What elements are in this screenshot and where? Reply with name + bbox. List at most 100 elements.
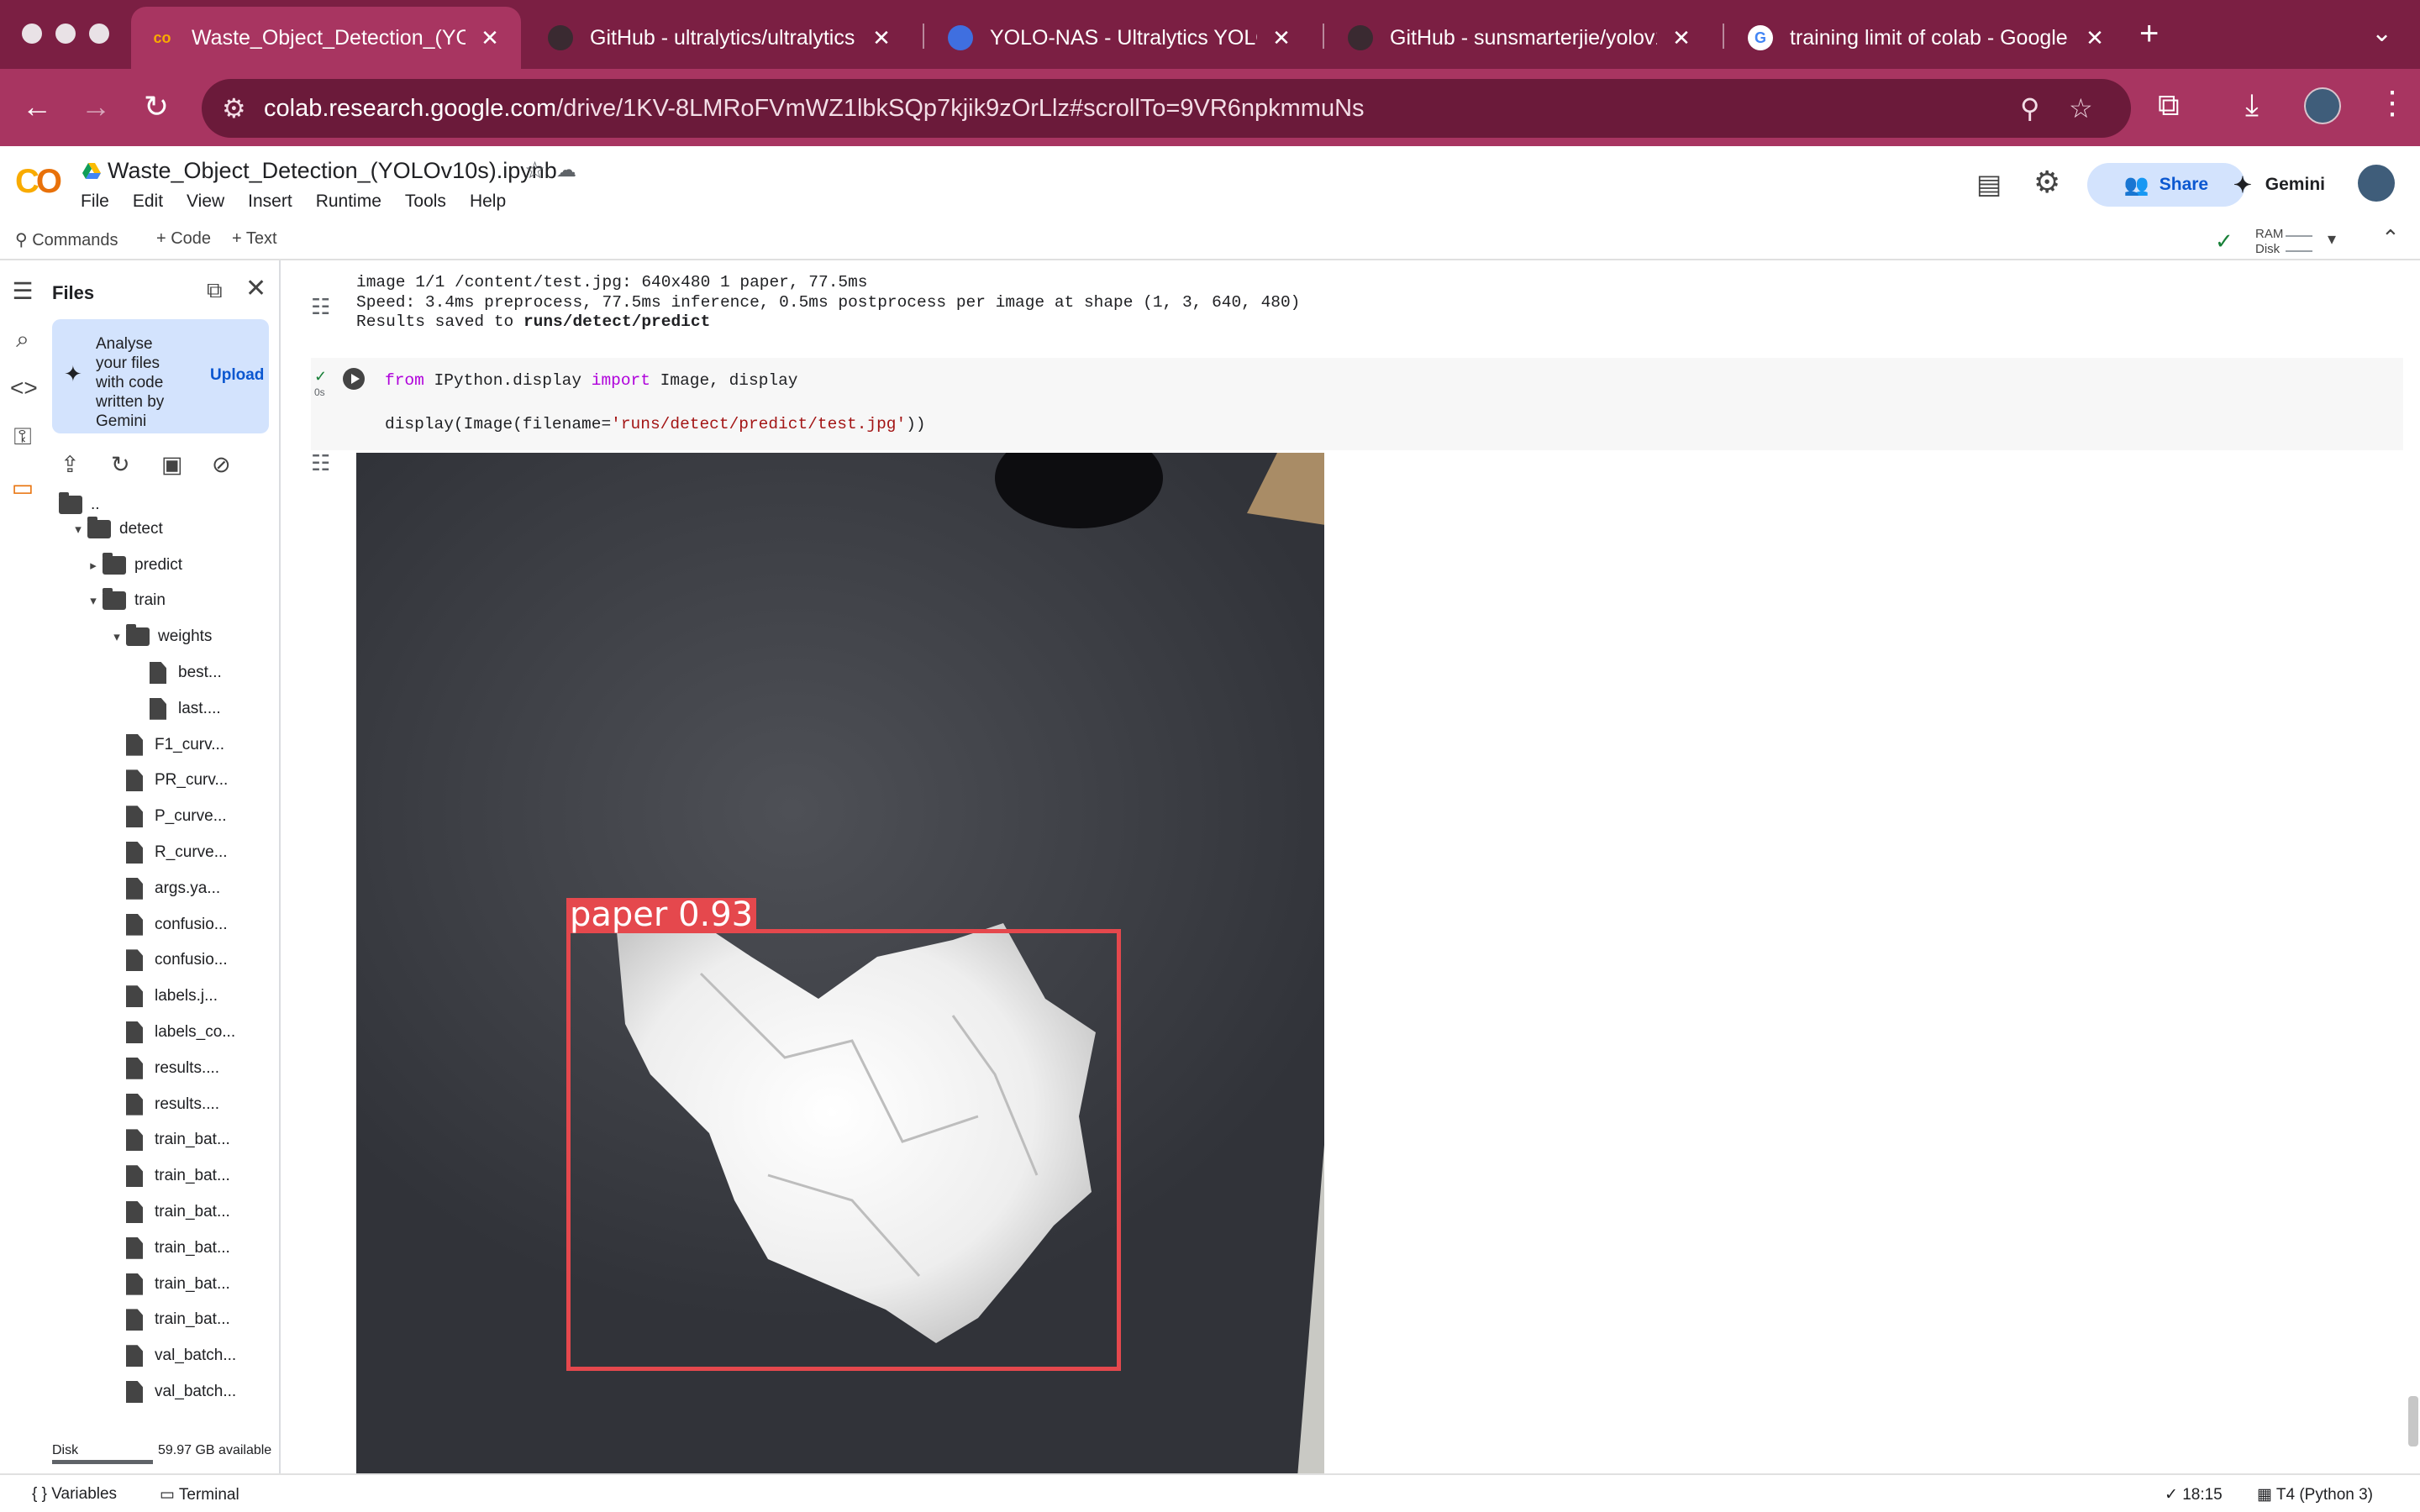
gemini-button[interactable]: ✦ Gemini (2227, 166, 2325, 203)
file-item[interactable]: best... (131, 660, 222, 685)
menu-runtime[interactable]: Runtime (316, 192, 381, 212)
site-settings-icon[interactable]: ⚙ (222, 92, 246, 124)
download-icon[interactable]: ⤓ (2245, 87, 2259, 123)
secrets-key-icon[interactable]: ⚿ (10, 423, 35, 451)
notebook-title[interactable]: Waste_Object_Detection_(YOLOv10s).ipynb (108, 158, 557, 184)
files-folder-icon[interactable]: ▭ (10, 474, 35, 501)
back-arrow-icon[interactable]: ← (18, 89, 55, 124)
menu-file[interactable]: File (81, 192, 109, 212)
comment-icon[interactable]: ▤ (1976, 168, 2002, 200)
tab-yolo-nas[interactable]: YOLO-NAS - Ultralytics YOLO Docs ✕ (929, 7, 1313, 69)
account-avatar[interactable] (2358, 165, 2395, 202)
share-button[interactable]: 👥 Share (2087, 163, 2245, 207)
file-item[interactable]: results.... (108, 1092, 219, 1117)
file-item[interactable]: val_batch... (108, 1379, 236, 1404)
runtime-status[interactable]: ▦ T4 (Python 3) (2257, 1485, 2373, 1504)
bookmark-star-icon[interactable]: ☆ (2069, 92, 2093, 124)
window-minimize-button[interactable] (55, 24, 76, 44)
resources-dropdown-icon[interactable]: ▾ (2328, 228, 2336, 249)
table-of-contents-icon[interactable]: ☰ (10, 277, 35, 305)
gear-icon[interactable]: ⚙ (2033, 165, 2060, 200)
file-item[interactable]: train_bat... (108, 1200, 230, 1225)
folder-item[interactable]: ▾ train (84, 588, 166, 613)
close-icon[interactable]: ✕ (245, 274, 266, 303)
file-item[interactable]: labels.j... (108, 984, 218, 1009)
file-item[interactable]: val_batch... (108, 1343, 236, 1368)
file-item[interactable]: args.ya... (108, 876, 220, 901)
folder-item[interactable]: ▾ detect (69, 516, 163, 542)
open-in-window-icon[interactable]: ⧉ (207, 277, 223, 304)
reload-icon[interactable]: ↻ (138, 89, 175, 124)
add-code-button[interactable]: + Code (156, 229, 211, 249)
chevron-down-icon[interactable]: ▾ (108, 629, 126, 644)
hide-files-icon[interactable]: ⊘ (212, 452, 231, 478)
file-item[interactable]: confusio... (108, 948, 228, 973)
window-close-button[interactable] (22, 24, 42, 44)
menu-help[interactable]: Help (470, 192, 506, 212)
file-item[interactable]: F1_curv... (108, 732, 224, 758)
folder-item[interactable]: ▾ weights (108, 624, 212, 649)
extensions-icon[interactable]: ⧉ (2158, 87, 2180, 123)
commands-button[interactable]: ⚲ Commands (15, 229, 118, 250)
last-run-status[interactable]: ✓ 18:15 (2165, 1485, 2223, 1504)
zoom-icon[interactable]: ⚲ (2020, 92, 2039, 124)
file-item[interactable]: confusio... (108, 912, 228, 937)
chevron-down-icon[interactable]: ▾ (84, 593, 103, 608)
terminal-button[interactable]: ▭ Terminal (160, 1485, 239, 1504)
output-toggle-icon[interactable]: ☷ (311, 294, 330, 320)
profile-avatar[interactable] (2304, 87, 2341, 124)
resources-indicator[interactable]: RAM Disk (2212, 225, 2312, 257)
close-tab-icon[interactable]: ✕ (477, 25, 502, 51)
url-text[interactable]: colab.research.google.com/drive/1KV-8LMR… (264, 95, 1365, 123)
close-tab-icon[interactable]: ✕ (1269, 25, 1294, 51)
new-tab-button[interactable]: + (2139, 15, 2159, 53)
upload-button[interactable]: Upload (210, 366, 264, 385)
notebook-area[interactable]: ☷ image 1/1 /content/test.jpg: 640x480 1… (281, 260, 2420, 1473)
tab-colab-notebook[interactable]: co Waste_Object_Detection_(YOLOv10s).ipy… (131, 7, 521, 69)
forward-arrow-icon[interactable]: → (77, 89, 114, 124)
code-snippets-icon[interactable]: <> (10, 375, 38, 402)
close-tab-icon[interactable]: ✕ (869, 25, 894, 51)
omnibox[interactable]: ⚙ colab.research.google.com/drive/1KV-8L… (202, 79, 2131, 138)
notebook-scrollbar[interactable] (2408, 1396, 2418, 1446)
file-item[interactable]: val_batch... (108, 1415, 236, 1416)
menu-insert[interactable]: Insert (248, 192, 292, 212)
browser-menu-icon[interactable]: ⋮ (2376, 84, 2408, 122)
colab-logo[interactable]: CO (15, 163, 62, 201)
chevron-up-icon[interactable]: ⌃ (2381, 225, 2400, 251)
file-item[interactable]: results.... (108, 1056, 219, 1081)
file-item[interactable]: labels_co... (108, 1020, 235, 1045)
file-item[interactable]: train_bat... (108, 1127, 230, 1152)
file-item[interactable]: train_bat... (108, 1307, 230, 1332)
file-item[interactable]: last.... (131, 696, 221, 722)
close-tab-icon[interactable]: ✕ (2082, 25, 2107, 51)
menu-tools[interactable]: Tools (405, 192, 446, 212)
refresh-icon[interactable]: ↻ (111, 452, 130, 478)
tab-github-yolov12[interactable]: GitHub - sunsmarterjie/yolov12 ✕ (1329, 7, 1712, 69)
file-item[interactable]: train_bat... (108, 1236, 230, 1261)
code-cell[interactable]: ✓ 0s from IPython.display import Image, … (311, 358, 2403, 450)
folder-item[interactable]: ▸ predict (84, 552, 182, 578)
add-text-button[interactable]: + Text (232, 229, 277, 249)
file-item[interactable]: train_bat... (108, 1163, 230, 1189)
file-item[interactable]: P_curve... (108, 804, 227, 829)
menu-edit[interactable]: Edit (133, 192, 163, 212)
tab-search-chevron-icon[interactable]: ⌄ (2371, 18, 2392, 48)
window-maximize-button[interactable] (89, 24, 109, 44)
find-replace-icon[interactable]: ⌕ (10, 326, 35, 354)
tab-github-ultralytics[interactable]: GitHub - ultralytics/ultralytics ✕ (529, 7, 913, 69)
file-item[interactable]: train_bat... (108, 1272, 230, 1297)
file-item[interactable]: R_curve... (108, 840, 228, 865)
folder-item[interactable]: .. (59, 492, 100, 517)
run-cell-button[interactable] (343, 368, 365, 390)
chevron-down-icon[interactable]: ▾ (69, 522, 87, 537)
menu-view[interactable]: View (187, 192, 224, 212)
chevron-right-icon[interactable]: ▸ (84, 558, 103, 573)
star-icon[interactable]: ☆ (524, 156, 545, 184)
upload-file-icon[interactable]: ⇪ (60, 452, 80, 478)
close-tab-icon[interactable]: ✕ (1669, 25, 1694, 51)
variables-button[interactable]: { } Variables (32, 1485, 117, 1504)
output-toggle-icon[interactable]: ☷ (311, 450, 330, 476)
tab-google-search[interactable]: G training limit of colab - Google Searc… (1729, 7, 2126, 69)
code-editor[interactable]: from IPython.display import Image, displ… (385, 370, 926, 435)
